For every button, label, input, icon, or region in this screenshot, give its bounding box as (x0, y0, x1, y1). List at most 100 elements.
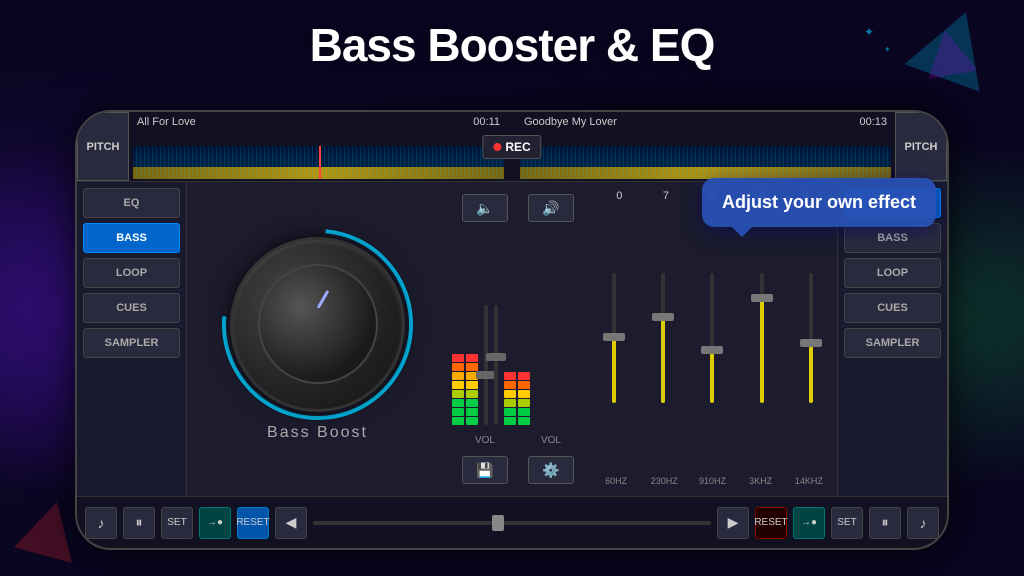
transport-pause-right[interactable]: ⏸ (869, 507, 901, 539)
knob-inner (258, 264, 378, 384)
eq-label-910hz: 910HZ (692, 476, 732, 486)
transport-prev[interactable]: ◀ (275, 507, 307, 539)
vu-seg (518, 372, 530, 380)
rec-button[interactable]: REC (482, 135, 541, 159)
rec-label: REC (505, 140, 530, 154)
progress-track[interactable] (313, 521, 711, 525)
save-icon-btn[interactable]: 💾 (462, 456, 508, 484)
knob-indicator (316, 290, 329, 309)
eq-handle-60hz[interactable] (603, 333, 625, 341)
eq-slider-910hz[interactable] (710, 273, 714, 403)
eq-handle-3khz[interactable] (751, 294, 773, 302)
right-btn-cues[interactable]: CUES (844, 293, 941, 323)
vu-seg (518, 399, 530, 407)
left-btn-eq[interactable]: EQ (83, 188, 180, 218)
knob-outer[interactable] (230, 237, 405, 412)
vu-seg (452, 390, 464, 398)
transport-arrow-rec-right[interactable]: →● (793, 507, 825, 539)
eq-slider-14khz[interactable] (809, 273, 813, 403)
progress-handle[interactable] (492, 515, 504, 531)
vu-seg (504, 399, 516, 407)
transport-pause-left[interactable]: ⏸ (123, 507, 155, 539)
left-panel: EQ BASS LOOP CUES SAMPLER (77, 182, 187, 496)
left-btn-bass[interactable]: BASS (83, 223, 180, 253)
pitch-btn-left[interactable]: PITCH (77, 112, 129, 181)
transport-reset-left[interactable]: RESET (237, 507, 269, 539)
waveform-left: All For Love 00:11 (129, 112, 508, 181)
settings-icon-btn[interactable]: ⚙️ (528, 456, 574, 484)
rec-dot (493, 143, 501, 151)
transport-bar: ♪ ⏸ SET →● RESET ◀ ▶ RESET →● SET ⏸ ♪ (77, 496, 947, 548)
eq-slider-230hz[interactable] (661, 273, 665, 403)
eq-labels: 60HZ 230HZ 910HZ 3KHZ 14KHZ (592, 474, 833, 488)
waveform-right: Goodbye My Lover 00:13 (516, 112, 895, 181)
vu-seg (466, 363, 478, 371)
transport-next[interactable]: ▶ (717, 507, 749, 539)
transport-music-right[interactable]: ♪ (907, 507, 939, 539)
phone-frame: PITCH All For Love 00:11 REC (75, 110, 949, 550)
vu-seg (452, 381, 464, 389)
eq-val-1: 0 (604, 190, 634, 202)
eq-area: 0 7 0 10 0 (588, 182, 837, 496)
vu-seg (518, 417, 530, 425)
vu-seg (518, 408, 530, 416)
eq-handle-910hz[interactable] (701, 346, 723, 354)
eq-track-14khz (809, 273, 813, 403)
main-content: EQ BASS LOOP CUES SAMPLER Bass Boost (77, 182, 947, 496)
vu-bottom-icons: 💾 ⚙️ (452, 452, 584, 488)
left-btn-loop[interactable]: LOOP (83, 258, 180, 288)
eq-label-14khz: 14KHZ (789, 476, 829, 486)
fader-handle-left[interactable] (476, 371, 496, 379)
vol-up-btn[interactable]: 🔊 (528, 194, 574, 222)
vu-seg (504, 408, 516, 416)
eq-slider-60hz[interactable] (612, 273, 616, 403)
eq-sliders (592, 202, 833, 474)
eq-label-60hz: 60HZ (596, 476, 636, 486)
vu-seg (504, 372, 516, 380)
vol-fader-right[interactable] (494, 305, 498, 425)
right-btn-sampler[interactable]: SAMPLER (844, 328, 941, 358)
vu-seg (452, 372, 464, 380)
vu-seg (452, 408, 464, 416)
vu-seg (466, 417, 478, 425)
vol-down-btn[interactable]: 🔈 (462, 194, 508, 222)
transport-reset-right[interactable]: RESET (755, 507, 787, 539)
right-track-time: 00:13 (859, 116, 887, 128)
fader-track-right (494, 305, 498, 425)
left-waveform-visual (133, 146, 504, 179)
left-playhead (319, 146, 321, 179)
eq-handle-14khz[interactable] (800, 339, 822, 347)
vu-seg (452, 363, 464, 371)
left-track-time: 00:11 (473, 116, 500, 128)
transport-set-left[interactable]: SET (161, 507, 193, 539)
eq-fill-14khz (809, 345, 813, 404)
vu-seg (452, 399, 464, 407)
waveform-bar: PITCH All For Love 00:11 REC (77, 112, 947, 182)
right-btn-loop[interactable]: LOOP (844, 258, 941, 288)
transport-set-right[interactable]: SET (831, 507, 863, 539)
fader-handle-right[interactable] (486, 353, 506, 361)
left-btn-sampler[interactable]: SAMPLER (83, 328, 180, 358)
eq-slider-3khz[interactable] (760, 273, 764, 403)
left-track-name: All For Love (133, 114, 504, 130)
vol-fader-left[interactable] (484, 305, 488, 425)
right-btn-bass[interactable]: BASS (844, 223, 941, 253)
vu-seg (504, 381, 516, 389)
eq-fill-910hz (710, 351, 714, 403)
eq-label-230hz: 230HZ (644, 476, 684, 486)
right-panel: EQ BASS LOOP CUES SAMPLER (837, 182, 947, 496)
left-btn-cues[interactable]: CUES (83, 293, 180, 323)
pitch-btn-right[interactable]: PITCH (895, 112, 947, 181)
transport-music-left[interactable]: ♪ (85, 507, 117, 539)
eq-track-910hz (710, 273, 714, 403)
vu-seg (466, 381, 478, 389)
knob-area: Bass Boost (187, 182, 448, 496)
vu-seg (504, 390, 516, 398)
transport-arrow-rec-left[interactable]: →● (199, 507, 231, 539)
eq-handle-230hz[interactable] (652, 313, 674, 321)
knob-container[interactable] (230, 237, 405, 412)
vu-seg (466, 408, 478, 416)
eq-fill-3khz (760, 299, 764, 403)
page-title: Bass Booster & EQ (0, 18, 1024, 72)
vol-label-right: VOL (541, 435, 561, 446)
